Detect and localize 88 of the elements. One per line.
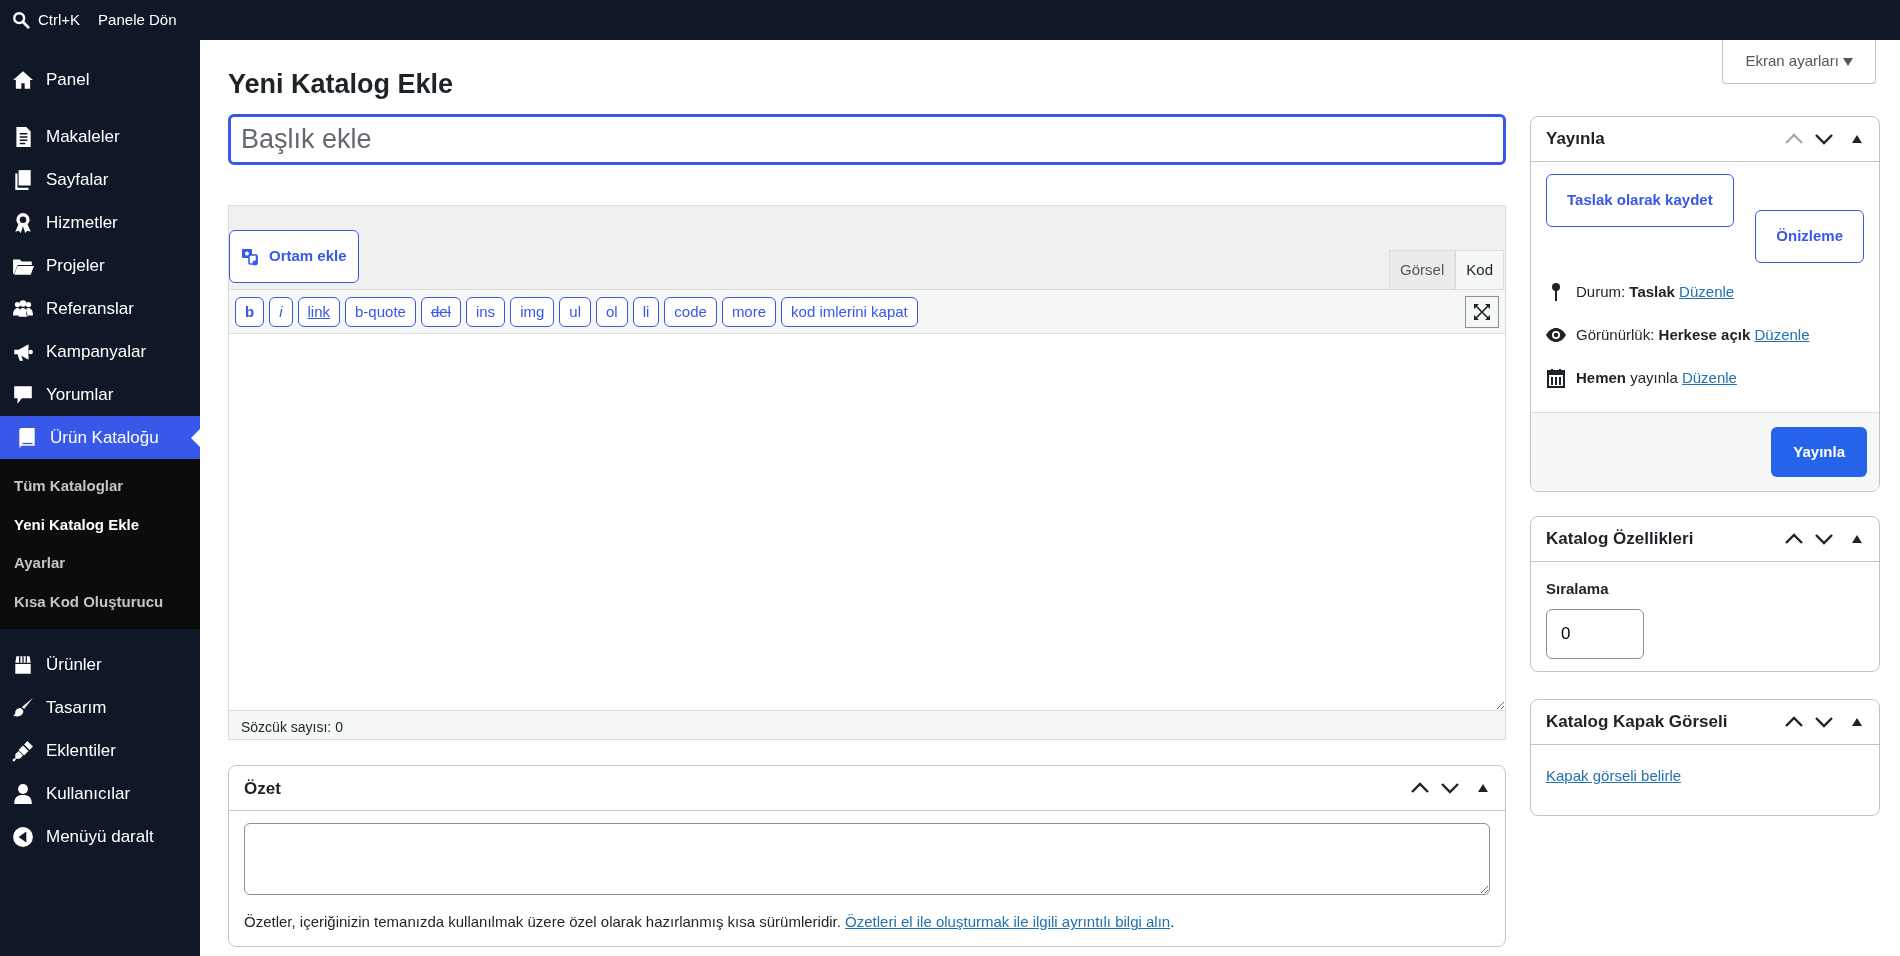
sidebar-item[interactable]: Ürün Kataloğu <box>0 416 200 459</box>
search-icon <box>12 11 30 29</box>
edit-link[interactable]: Düzenle <box>1679 282 1735 300</box>
publish-button[interactable]: Yayınla <box>1771 426 1867 477</box>
triangle-up-icon <box>1852 535 1862 543</box>
sidebar-item[interactable]: Kampanyalar <box>0 330 200 373</box>
sidebar-item[interactable]: Panel <box>0 58 200 101</box>
brush-icon <box>12 696 34 719</box>
sidebar-item[interactable]: Yorumlar <box>0 373 200 416</box>
submenu-item[interactable]: Tüm Kataloglar <box>0 467 200 506</box>
quicktag-button[interactable]: link <box>297 296 341 328</box>
field-label: Sıralama <box>1546 579 1610 599</box>
sidebar-item[interactable]: Makaleler <box>0 115 200 158</box>
word-count: Sözcük sayısı: 0 <box>228 710 1506 741</box>
chevron-up-icon <box>1784 133 1804 145</box>
sidebar-item[interactable]: Kullanıcılar <box>0 772 200 815</box>
quicktag-button[interactable]: img <box>510 296 555 328</box>
add-media-button[interactable]: Ortam ekle <box>229 230 359 283</box>
sidebar-item[interactable]: Ürünler <box>0 643 200 686</box>
chevron-up-icon <box>1784 533 1804 545</box>
speech-bubble-icon <box>12 383 34 406</box>
quicktag-button[interactable]: kod imlerini kapat <box>781 296 918 328</box>
sidebar-item[interactable]: Hizmetler <box>0 201 200 244</box>
editor-tab[interactable]: Görsel <box>1389 249 1456 290</box>
save-draft-button[interactable]: Taslak olarak kaydet <box>1546 174 1734 227</box>
expand-icon <box>1472 301 1492 322</box>
chevron-up-icon <box>1410 782 1430 795</box>
triangle-up-icon <box>1852 717 1862 726</box>
calendar-icon <box>1546 368 1566 388</box>
user-icon <box>12 782 34 805</box>
help-link[interactable]: Özetleri el ile oluşturmak ile ilgili ayrıntılı bilgi alın <box>845 913 1171 931</box>
chevron-down-icon <box>1814 133 1834 145</box>
editor-tab[interactable]: Kod <box>1455 249 1504 290</box>
plug-icon <box>12 739 34 762</box>
sidebar-item[interactable]: Sayfalar <box>0 158 200 201</box>
people-icon <box>12 297 34 320</box>
quicktag-button[interactable]: del <box>420 296 461 328</box>
quicktag-button[interactable]: b-quote <box>345 296 416 328</box>
chevron-down-icon <box>1440 782 1460 795</box>
quicktag-button[interactable]: more <box>721 296 777 328</box>
sidebar-item[interactable]: Projeler <box>0 244 200 287</box>
edit-link[interactable]: Düzenle <box>1754 325 1810 343</box>
quicktag-button[interactable]: ins <box>465 296 506 328</box>
panel-title: Yayınla <box>1546 128 1606 151</box>
quicktag-button[interactable]: ul <box>559 296 591 328</box>
title-input[interactable]: Başlık ekle <box>228 114 1506 166</box>
quicktag-button[interactable]: b <box>235 296 265 328</box>
media-icon <box>241 246 261 267</box>
submenu-item[interactable]: Ayarlar <box>0 544 200 583</box>
panel-title: Katalog Özellikleri <box>1546 528 1695 551</box>
book-icon <box>16 426 38 449</box>
page-title: Yeni Katalog Ekle <box>228 68 455 101</box>
publish-meta-text: Hemen yayınla Düzenle <box>1576 367 1737 388</box>
fullscreen-button[interactable] <box>1465 295 1499 328</box>
excerpt-field[interactable] <box>244 823 1490 896</box>
quicktag-button[interactable]: ol <box>596 296 628 328</box>
number-field[interactable]: 0 <box>1546 608 1644 659</box>
publish-meta-text: Durum: Taslak Düzenle <box>1576 281 1735 302</box>
edit-link[interactable]: Düzenle <box>1681 368 1737 386</box>
submenu-item[interactable]: Kısa Kod Oluşturucu <box>0 582 200 621</box>
sidebar-item[interactable]: Tasarım <box>0 686 200 729</box>
triangle-up-icon <box>1852 135 1862 143</box>
panel-title: Katalog Kapak Görseli <box>1546 710 1729 733</box>
publish-meta-text: Görünürlük: Herkese açık Düzenle <box>1576 324 1810 345</box>
quicktag-button[interactable]: li <box>632 296 660 328</box>
back-to-dashboard-link[interactable]: Panele Dön <box>98 8 177 32</box>
quicktag-button[interactable]: code <box>664 296 717 328</box>
chevron-down-icon <box>1814 715 1834 728</box>
screen-options-button[interactable]: Ekran ayarları <box>1722 40 1876 84</box>
sidebar-item[interactable]: Menüyü daralt <box>0 815 200 858</box>
search-shortcut[interactable]: Ctrl+K <box>12 8 81 32</box>
chevron-up-icon <box>1784 715 1804 728</box>
dropdown-caret-icon <box>1843 58 1853 67</box>
award-icon <box>12 211 34 234</box>
triangle-up-icon <box>1478 784 1488 793</box>
pages-icon <box>12 168 34 191</box>
sidebar-item[interactable]: Referanslar <box>0 287 200 330</box>
eye-icon <box>1546 325 1566 345</box>
quicktag-button[interactable]: i <box>269 296 293 328</box>
shop-icon <box>12 653 34 676</box>
preview-button[interactable]: Önizleme <box>1755 210 1864 263</box>
excerpt-help-text: Özetler, içeriğinizin temanızda kullanılmak üzere özel olarak hazırlanmış kısa sürümleridir. Özetleri el ile oluşturmak ile ilgili ayrıntılı bilgi alın. <box>244 912 1176 933</box>
chevron-down-icon <box>1814 533 1834 545</box>
sidebar-item[interactable]: Eklentiler <box>0 729 200 772</box>
set-cover-image-link[interactable]: Kapak görseli belirle <box>1546 766 1682 784</box>
submenu-item[interactable]: Yeni Katalog Ekle <box>0 505 200 544</box>
collapse-icon <box>12 825 34 848</box>
panel-title: Özet <box>244 777 282 800</box>
